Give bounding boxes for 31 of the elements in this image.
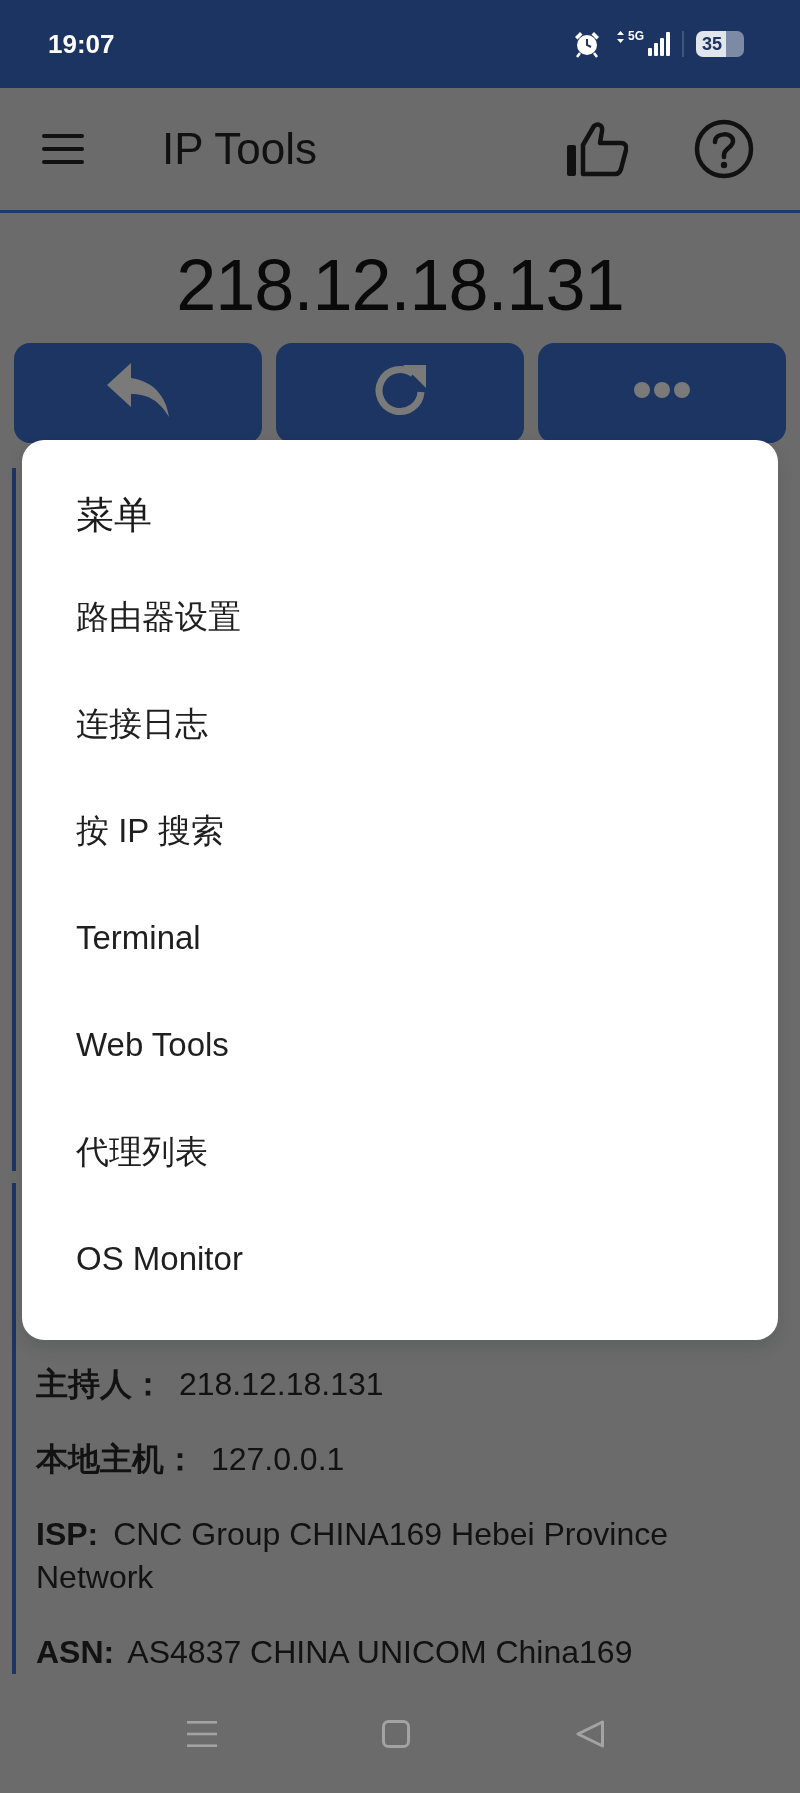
help-icon[interactable] [694,119,754,179]
app-title: IP Tools [162,122,317,175]
info-row-text: ASN: AS4837 CHINA UNICOM China169 [36,1633,634,1672]
dialog-title: 菜单 [76,493,153,538]
info-row-text: 本地主机： 127.0.0.1 [36,1440,346,1479]
clock-time: 19:07 [48,31,115,57]
refresh-button[interactable] [276,343,524,443]
info-row-text: 主持人： 218.12.18.131 [36,1365,385,1404]
back-button[interactable] [14,343,262,443]
menu-item[interactable]: 按 IP 搜索 [22,777,778,884]
alarm-clock-icon [573,30,601,58]
menu-item[interactable]: 连接日志 [22,670,778,777]
reply-arrow-icon [107,363,169,417]
menu-item[interactable]: OS Monitor [22,1205,778,1312]
data-arrows-icon [617,31,624,43]
menu-item[interactable]: Terminal [22,884,778,991]
menu-item[interactable]: Web Tools [22,991,778,1098]
more-button[interactable] [538,343,786,443]
menu-item[interactable]: 代理列表 [22,1098,778,1205]
more-dots-icon [634,382,690,398]
back-icon[interactable] [576,1720,604,1748]
square-icon[interactable] [382,1720,410,1748]
battery-indicator: 35 [696,31,744,57]
menu-icon[interactable] [187,1721,217,1747]
menu-item[interactable]: 路由器设置 [22,563,778,670]
network-type-label: 5G [628,30,644,42]
menu-icon[interactable] [42,134,84,164]
ip-address: 218.12.18.131 [175,244,625,327]
thumbs-up-icon[interactable] [566,121,628,177]
info-row-text: ISP: CNC Group CHINA169 Hebei Province Network [36,1515,669,1597]
signal-icon [648,32,670,56]
